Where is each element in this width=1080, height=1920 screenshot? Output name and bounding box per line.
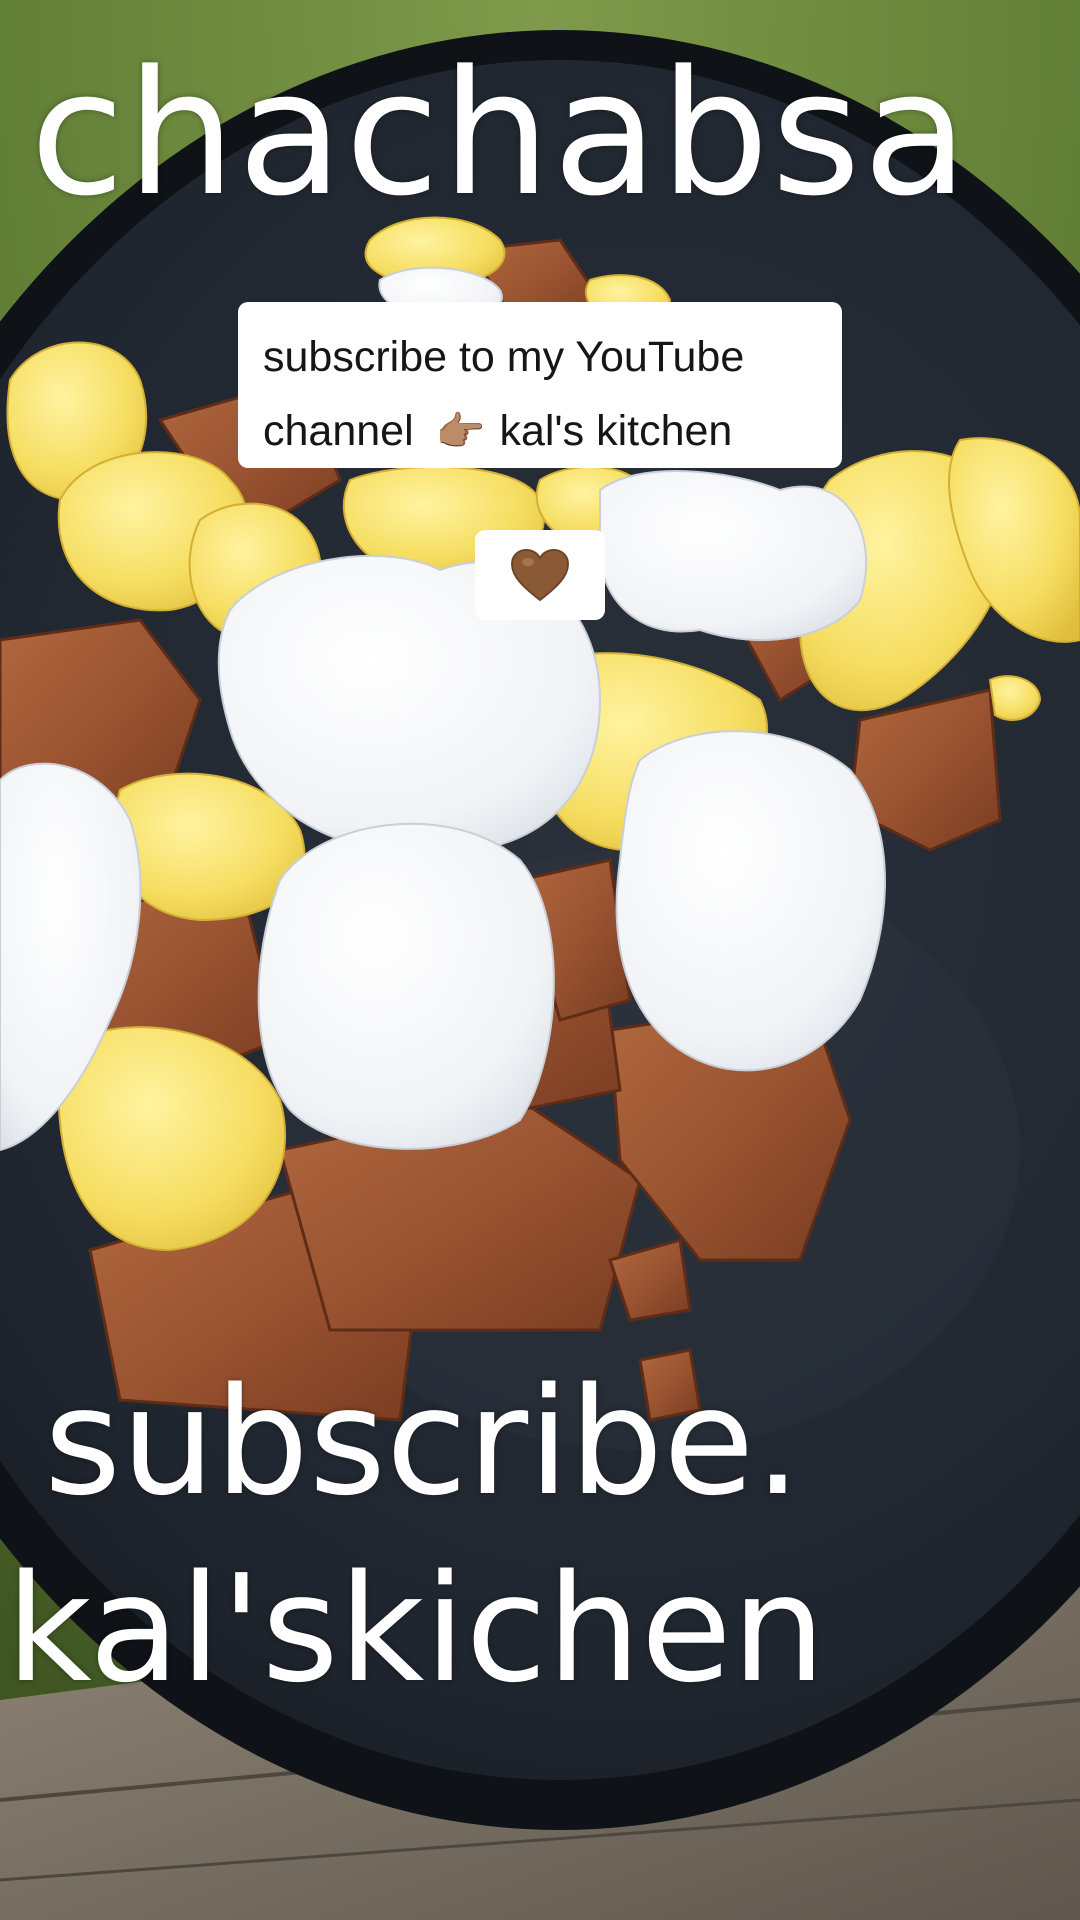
- caption-line-2-suffix: kal's kitchen: [499, 407, 733, 455]
- caption-line-2-prefix: channel: [263, 407, 414, 455]
- subscribe-overlay: subscribe.: [44, 1356, 802, 1528]
- brown-heart-icon: [510, 548, 570, 602]
- heart-sticker: [475, 530, 605, 620]
- caption-line-1: subscribe to my YouTube: [263, 333, 745, 381]
- pointing-right-hand-icon: 👉🏽: [435, 410, 486, 454]
- caption-sticker: subscribe to my YouTube channel 👉🏽 kal's k…: [238, 302, 842, 468]
- video-frame: chachabsa subscribe to my YouTube channe…: [0, 0, 1080, 1920]
- channel-name-overlay: kal'skichen: [6, 1543, 826, 1715]
- caption-line-2: channel 👉🏽 kal's kitchen: [263, 394, 818, 469]
- video-title-overlay: chachabsa: [30, 33, 971, 234]
